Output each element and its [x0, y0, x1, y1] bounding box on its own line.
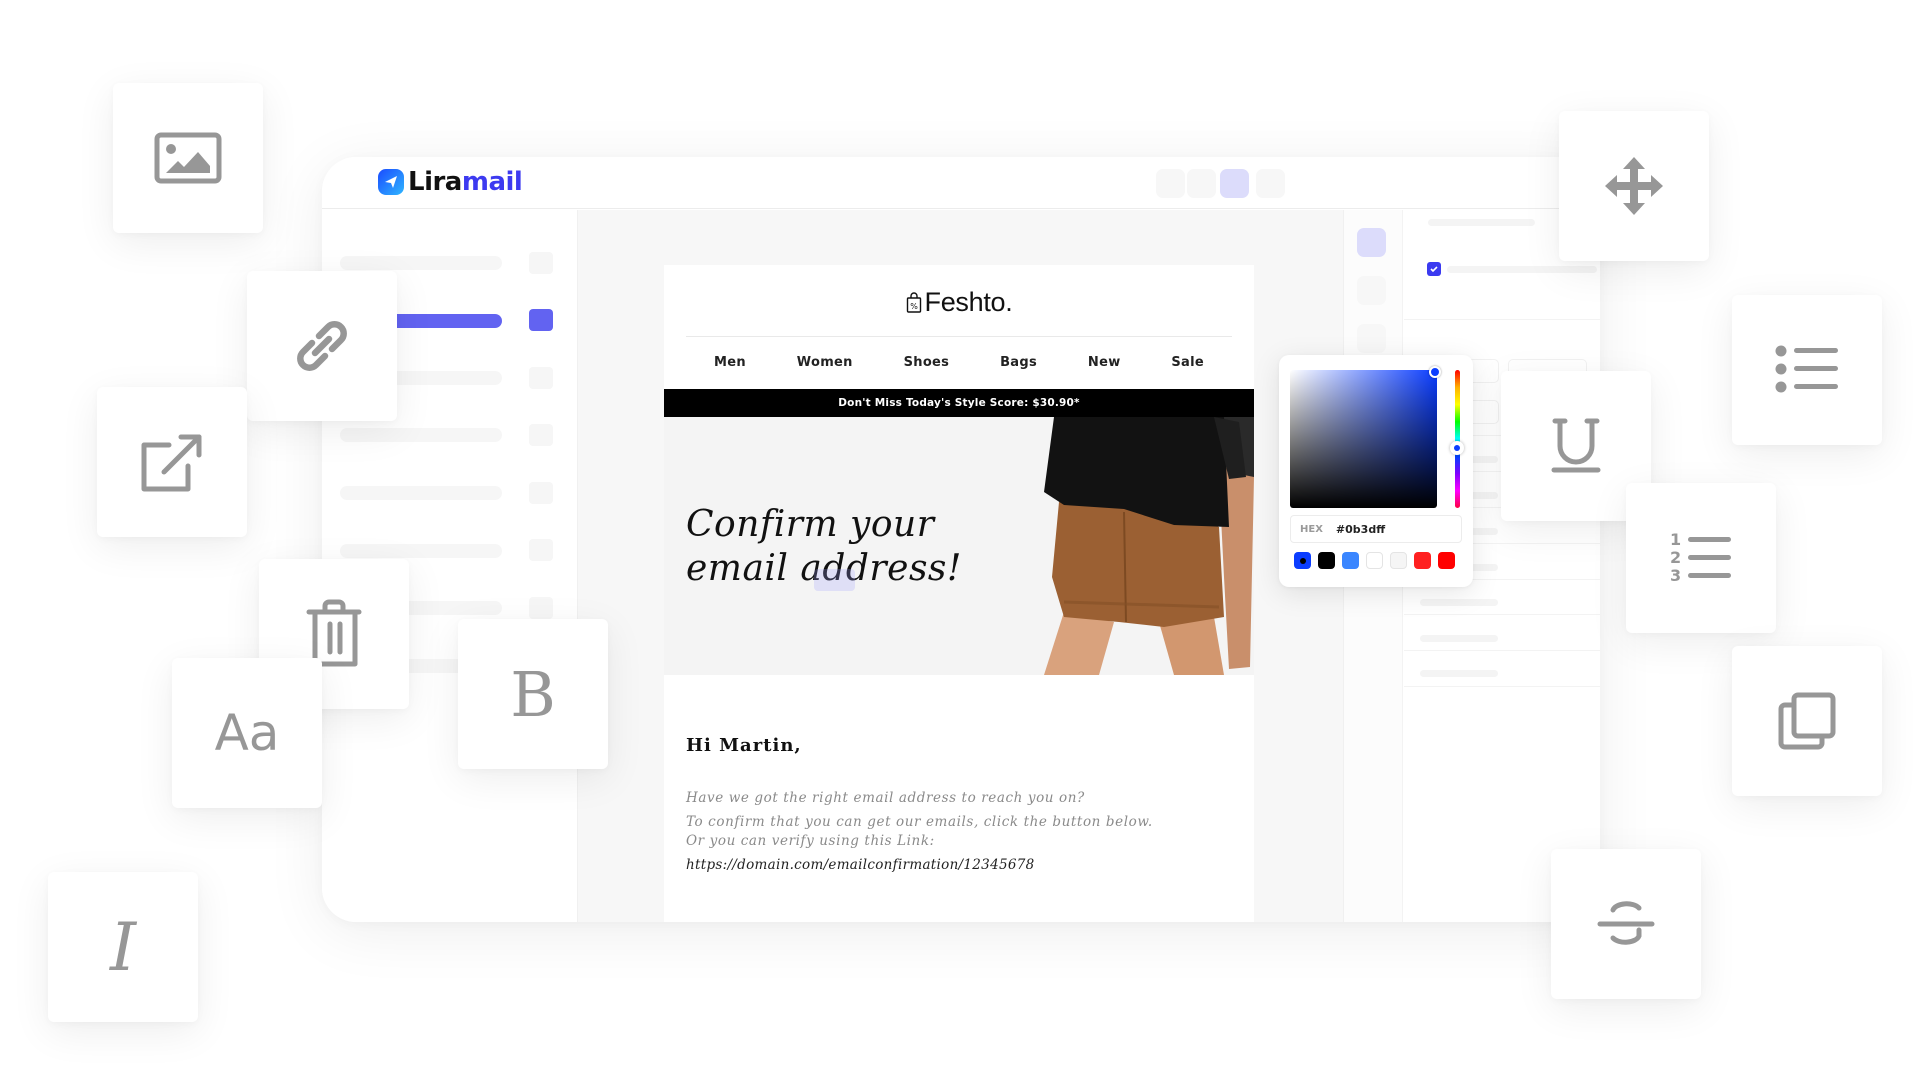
- nav-item-women[interactable]: Women: [797, 355, 853, 370]
- sidebar-item-toggle-active[interactable]: [529, 309, 553, 331]
- numbered-list-tool-tile[interactable]: 123: [1626, 483, 1776, 633]
- sidebar-item-placeholder[interactable]: [340, 486, 502, 500]
- font-size-icon: Aa: [214, 704, 280, 762]
- panel-tab-active[interactable]: [1357, 228, 1386, 257]
- italic-tool-tile[interactable]: I: [48, 872, 198, 1022]
- color-swatches: [1294, 552, 1455, 569]
- panel-tab[interactable]: [1357, 276, 1386, 305]
- copy-icon: [1778, 692, 1836, 750]
- panel-tab[interactable]: [1357, 324, 1386, 353]
- image-icon: [154, 132, 222, 184]
- checkbox-label-placeholder: [1447, 266, 1597, 273]
- email-nav: Men Women Shoes Bags New Sale: [714, 355, 1204, 370]
- brand-name: Feshto.: [924, 287, 1013, 317]
- svg-text:2: 2: [1670, 548, 1681, 567]
- sidebar-item-placeholder[interactable]: [340, 256, 502, 270]
- sidebar-item-toggle[interactable]: [529, 482, 553, 504]
- panel-row-placeholder: [1420, 599, 1498, 606]
- svg-text:1: 1: [1670, 531, 1681, 549]
- panel-divider: [1404, 319, 1600, 320]
- swatch[interactable]: [1366, 552, 1383, 569]
- hue-slider[interactable]: [1455, 370, 1460, 508]
- swatch[interactable]: [1438, 552, 1455, 569]
- italic-icon: I: [109, 908, 137, 986]
- sidebar-item-toggle[interactable]: [529, 367, 553, 389]
- hex-label: HEX: [1300, 523, 1323, 535]
- panel-row-placeholder: [1420, 635, 1498, 642]
- panel-divider: [1404, 686, 1600, 687]
- promo-banner: Don't Miss Today's Style Score: $30.90*: [664, 389, 1254, 417]
- move-icon: [1605, 157, 1663, 215]
- panel-heading-placeholder: [1428, 219, 1535, 226]
- swatch-selected[interactable]: [1294, 552, 1311, 569]
- bold-tool-tile[interactable]: B: [458, 619, 608, 769]
- sidebar-item-placeholder[interactable]: [340, 428, 502, 442]
- app-header: Liramail: [322, 157, 1600, 209]
- sidebar-item-placeholder[interactable]: [340, 544, 502, 558]
- nav-item-men[interactable]: Men: [714, 355, 746, 370]
- paper-plane-icon: [378, 169, 404, 195]
- duplicate-tool-tile[interactable]: [1732, 646, 1882, 796]
- sidebar-item-toggle[interactable]: [529, 597, 553, 619]
- color-picker: HEX #0b3dff: [1279, 355, 1473, 587]
- verify-link[interactable]: https://domain.com/emailconfirmation/123…: [686, 857, 1035, 873]
- nav-item-sale[interactable]: Sale: [1171, 355, 1204, 370]
- header-button-2[interactable]: [1187, 169, 1216, 198]
- sidebar-item-toggle[interactable]: [529, 539, 553, 561]
- color-handle[interactable]: [1429, 366, 1441, 378]
- body-line-1[interactable]: Have we got the right email address to r…: [686, 790, 1085, 806]
- greeting[interactable]: Hi Martin,: [686, 735, 802, 756]
- body-line-2[interactable]: To confirm that you can get our emails, …: [686, 814, 1153, 830]
- logo-text-lira: Lira: [408, 167, 462, 197]
- shopping-bag-percent-icon: %: [906, 291, 921, 313]
- hero-model-image: [1044, 417, 1254, 675]
- hex-value[interactable]: #0b3dff: [1336, 523, 1385, 536]
- svg-text:%: %: [910, 302, 918, 311]
- external-link-tool-tile[interactable]: [97, 387, 247, 537]
- numbered-list-icon: 123: [1670, 531, 1731, 585]
- font-tool-tile[interactable]: Aa: [172, 658, 322, 808]
- image-tool-tile[interactable]: [113, 83, 263, 233]
- liramail-logo[interactable]: Liramail: [378, 167, 523, 197]
- panel-divider: [1404, 614, 1600, 615]
- panel-checkbox[interactable]: [1427, 262, 1441, 276]
- swatch[interactable]: [1414, 552, 1431, 569]
- email-preview[interactable]: % Feshto. Men Women Shoes Bags New Sale …: [664, 265, 1254, 922]
- link-tool-tile[interactable]: [247, 271, 397, 421]
- sidebar-item-toggle[interactable]: [529, 252, 553, 274]
- saturation-value-area[interactable]: [1290, 370, 1437, 508]
- header-button-4[interactable]: [1256, 169, 1285, 198]
- bulleted-list-tool-tile[interactable]: [1732, 295, 1882, 445]
- bulleted-list-icon: [1775, 345, 1838, 393]
- swatch[interactable]: [1318, 552, 1335, 569]
- nav-item-new[interactable]: New: [1088, 355, 1121, 370]
- panel-row-placeholder: [1420, 670, 1498, 677]
- hue-slider-handle[interactable]: [1450, 441, 1464, 455]
- svg-text:3: 3: [1670, 566, 1681, 585]
- bold-icon: B: [510, 657, 556, 731]
- move-tool-tile[interactable]: [1559, 111, 1709, 261]
- swatch[interactable]: [1390, 552, 1407, 569]
- hex-input[interactable]: HEX #0b3dff: [1290, 515, 1462, 543]
- header-button-active[interactable]: [1220, 169, 1249, 198]
- underline-icon: [1551, 418, 1601, 473]
- link-icon: [297, 321, 347, 371]
- email-brand: % Feshto.: [664, 287, 1254, 318]
- text-selection-highlight: [814, 569, 855, 591]
- hero-section[interactable]: Confirm your email address!: [664, 417, 1254, 675]
- strikethrough-tool-tile[interactable]: [1551, 849, 1701, 999]
- logo-text-mail: mail: [461, 167, 523, 197]
- verify-label: Or you can verify using this Link:: [686, 833, 935, 849]
- email-divider: [686, 336, 1232, 337]
- sidebar-item-toggle[interactable]: [529, 424, 553, 446]
- nav-item-bags[interactable]: Bags: [1000, 355, 1037, 370]
- panel-divider: [1404, 650, 1600, 651]
- header-button-1[interactable]: [1156, 169, 1185, 198]
- nav-item-shoes[interactable]: Shoes: [904, 355, 950, 370]
- swatch[interactable]: [1342, 552, 1359, 569]
- strikethrough-icon: [1597, 901, 1655, 945]
- external-link-icon: [141, 434, 202, 492]
